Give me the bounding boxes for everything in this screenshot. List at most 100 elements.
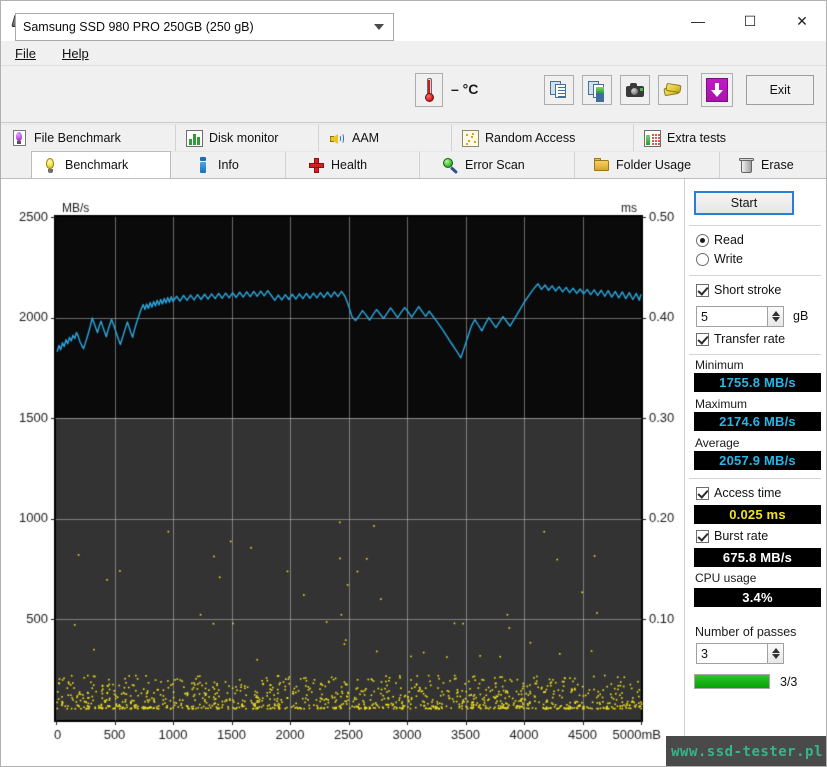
tab-aam[interactable]: AAM	[319, 124, 452, 151]
random-access-icon	[462, 129, 479, 147]
passes-label: Number of passes	[695, 625, 797, 639]
download-button[interactable]	[701, 73, 733, 107]
donate-icon	[663, 82, 682, 97]
checkbox-checked-icon	[696, 529, 709, 543]
menu-bar: File Help	[1, 41, 826, 66]
stepper-down-icon[interactable]	[771, 317, 780, 322]
checkbox-checked-icon	[696, 332, 709, 346]
tab-benchmark-label: Benchmark	[65, 158, 129, 172]
divider	[689, 478, 821, 479]
tab-benchmark[interactable]: Benchmark	[31, 151, 171, 178]
tab-error-scan-label: Error Scan	[465, 158, 525, 172]
tab-file-benchmark[interactable]: File Benchmark	[1, 124, 176, 151]
disk-monitor-icon	[186, 129, 203, 147]
maximize-button[interactable]: ☐	[724, 1, 776, 41]
tab-error-scan[interactable]: Error Scan	[420, 151, 575, 178]
short-stroke-unit: gB	[793, 309, 809, 323]
checkbox-checked-icon	[696, 486, 709, 500]
cpu-usage-value-text: 3.4%	[742, 590, 773, 605]
passes-stepper[interactable]	[768, 643, 784, 664]
info-icon	[195, 156, 212, 174]
passes-progress-text: 3/3	[780, 675, 798, 689]
drive-select-value: Samsung SSD 980 PRO 250GB (250 gB)	[23, 20, 254, 34]
drive-select[interactable]: Samsung SSD 980 PRO 250GB (250 gB)	[15, 13, 394, 41]
transfer-rate-label: Transfer rate	[714, 332, 786, 346]
burst-rate-checkbox[interactable]: Burst rate	[696, 529, 768, 543]
file-benchmark-icon	[11, 129, 28, 147]
tab-health[interactable]: Health	[286, 151, 420, 178]
screenshot-icon	[626, 83, 644, 97]
donate-button[interactable]	[658, 75, 688, 105]
copy-text-button[interactable]	[544, 75, 574, 105]
extra-tests-icon	[644, 129, 661, 147]
transfer-rate-checkbox[interactable]: Transfer rate	[696, 332, 785, 346]
short-stroke-stepper[interactable]	[768, 306, 784, 327]
maximum-label: Maximum	[695, 397, 748, 411]
short-stroke-checkbox[interactable]: Short stroke	[696, 283, 781, 297]
passes-progress-bar	[694, 674, 770, 689]
aam-speaker-icon	[329, 130, 346, 147]
minimize-button[interactable]: —	[672, 1, 724, 41]
divider	[689, 275, 821, 276]
access-time-checkbox[interactable]: Access time	[696, 486, 781, 500]
start-button[interactable]: Start	[694, 191, 794, 215]
maximum-value-text: 2174.6 MB/s	[719, 414, 796, 429]
temperature-value: – °C	[451, 81, 479, 97]
tab-bar: File Benchmark Disk monitor AAM Random A…	[1, 124, 826, 180]
benchmark-bulb-icon	[42, 157, 59, 174]
menu-help-label: Help	[61, 45, 89, 61]
tab-extra-tests[interactable]: Extra tests	[634, 124, 826, 151]
maximum-value: 2174.6 MB/s	[694, 412, 821, 431]
short-stroke-input[interactable]: 5	[696, 306, 768, 327]
benchmark-graph	[1, 179, 681, 766]
minimum-label: Minimum	[695, 358, 744, 372]
stepper-down-icon[interactable]	[771, 654, 780, 659]
temperature-button[interactable]	[415, 73, 443, 107]
benchmark-panel: Start Read Write Short stroke 5 gB Trans…	[1, 178, 826, 766]
burst-rate-label: Burst rate	[714, 529, 769, 543]
average-label: Average	[695, 436, 740, 450]
write-radio[interactable]: Write	[696, 252, 743, 266]
access-time-label: Access time	[714, 486, 782, 500]
tab-info-label: Info	[218, 158, 239, 172]
tab-disk-monitor[interactable]: Disk monitor	[176, 124, 319, 151]
tab-erase[interactable]: Erase	[720, 151, 826, 178]
tab-random-access-label: Random Access	[485, 131, 576, 145]
watermark: www.ssd-tester.pl	[666, 736, 826, 766]
erase-trash-icon	[738, 157, 755, 174]
passes-value: 3	[701, 646, 708, 661]
read-radio[interactable]: Read	[696, 233, 744, 247]
stepper-up-icon[interactable]	[771, 311, 780, 316]
minimum-value: 1755.8 MB/s	[694, 373, 821, 392]
menu-file[interactable]: File	[3, 44, 48, 63]
thermometer-icon	[424, 78, 434, 102]
menu-help[interactable]: Help	[50, 44, 101, 63]
copy-image-icon	[588, 81, 606, 99]
minimum-value-text: 1755.8 MB/s	[719, 375, 796, 390]
cpu-usage-label: CPU usage	[695, 571, 757, 585]
tab-info[interactable]: Info	[171, 151, 286, 178]
passes-input[interactable]: 3	[696, 643, 768, 664]
tab-file-benchmark-label: File Benchmark	[34, 131, 121, 145]
close-button[interactable]: ✕	[776, 1, 826, 41]
stepper-up-icon[interactable]	[771, 648, 780, 653]
radio-write-icon	[696, 252, 709, 266]
tab-random-access[interactable]: Random Access	[452, 124, 634, 151]
folder-usage-icon	[593, 157, 610, 174]
tab-row-top: File Benchmark Disk monitor AAM Random A…	[1, 124, 826, 151]
screenshot-button[interactable]	[620, 75, 650, 105]
tab-extra-tests-label: Extra tests	[667, 131, 727, 145]
copy-image-button[interactable]	[582, 75, 612, 105]
average-value-text: 2057.9 MB/s	[719, 453, 796, 468]
download-icon	[706, 78, 728, 102]
tab-folder-usage[interactable]: Folder Usage	[575, 151, 720, 178]
exit-button[interactable]: Exit	[746, 75, 814, 105]
tab-folder-usage-label: Folder Usage	[616, 158, 692, 172]
short-stroke-label: Short stroke	[714, 283, 782, 297]
tab-disk-monitor-label: Disk monitor	[209, 131, 279, 145]
tab-aam-label: AAM	[352, 131, 380, 145]
average-value: 2057.9 MB/s	[694, 451, 821, 470]
divider	[689, 354, 821, 355]
health-cross-icon	[308, 157, 325, 174]
divider	[689, 225, 821, 226]
